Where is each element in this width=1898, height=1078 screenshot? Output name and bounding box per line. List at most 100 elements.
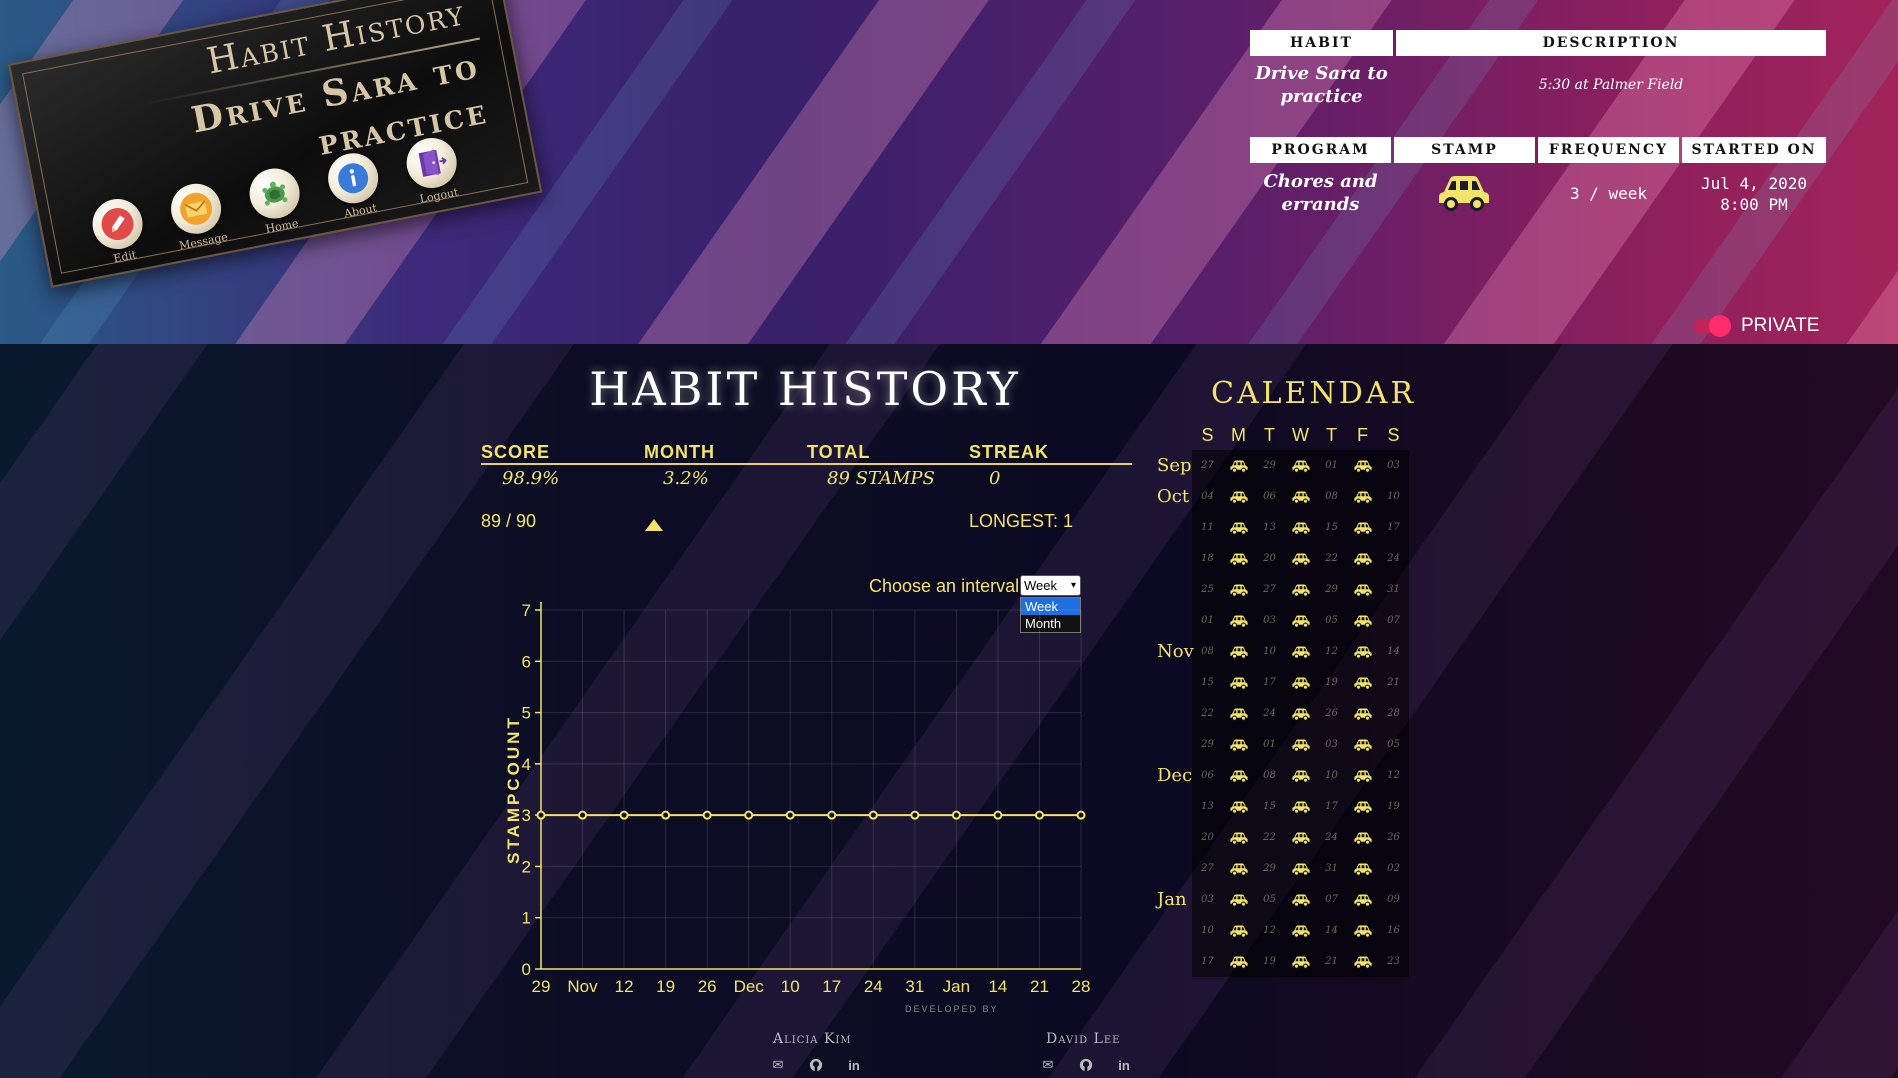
envelope-icon[interactable]: ✉ <box>1040 1057 1056 1072</box>
calendar-day[interactable]: 29 <box>1192 729 1223 760</box>
calendar-day[interactable]: 23 <box>1378 946 1409 977</box>
data-point[interactable] <box>661 810 671 820</box>
linkedin-icon[interactable]: in <box>1116 1058 1132 1073</box>
car-icon[interactable] <box>1285 450 1316 481</box>
calendar-day[interactable]: 19 <box>1254 946 1285 977</box>
car-icon[interactable] <box>1347 946 1378 977</box>
data-point[interactable] <box>827 810 837 820</box>
car-icon[interactable] <box>1223 605 1254 636</box>
calendar-day[interactable]: 24 <box>1378 543 1409 574</box>
car-icon[interactable] <box>1285 946 1316 977</box>
calendar-day[interactable]: 02 <box>1378 853 1409 884</box>
calendar-day[interactable]: 03 <box>1378 450 1409 481</box>
calendar-day[interactable]: 29 <box>1254 853 1285 884</box>
car-icon[interactable] <box>1285 698 1316 729</box>
car-icon[interactable] <box>1223 512 1254 543</box>
car-icon[interactable] <box>1285 884 1316 915</box>
car-icon[interactable] <box>1347 636 1378 667</box>
calendar-day[interactable]: 15 <box>1254 791 1285 822</box>
calendar-day[interactable]: 12 <box>1378 760 1409 791</box>
calendar-day[interactable]: 24 <box>1316 822 1347 853</box>
car-icon[interactable] <box>1347 667 1378 698</box>
car-icon[interactable] <box>1223 543 1254 574</box>
github-icon[interactable] <box>808 1058 824 1072</box>
calendar-day[interactable]: 03 <box>1192 884 1223 915</box>
calendar-day[interactable]: 26 <box>1316 698 1347 729</box>
calendar-day[interactable]: 01 <box>1192 605 1223 636</box>
car-icon[interactable] <box>1223 481 1254 512</box>
car-icon[interactable] <box>1347 729 1378 760</box>
data-point[interactable] <box>744 810 754 820</box>
calendar-day[interactable]: 17 <box>1316 791 1347 822</box>
car-icon[interactable] <box>1223 729 1254 760</box>
car-icon[interactable] <box>1347 450 1378 481</box>
data-point[interactable] <box>1076 810 1086 820</box>
car-icon[interactable] <box>1285 853 1316 884</box>
data-point[interactable] <box>910 810 920 820</box>
calendar-day[interactable]: 19 <box>1316 667 1347 698</box>
car-icon[interactable] <box>1347 481 1378 512</box>
car-icon[interactable] <box>1285 636 1316 667</box>
calendar-day[interactable]: 08 <box>1316 481 1347 512</box>
calendar-day[interactable]: 14 <box>1316 915 1347 946</box>
calendar-day[interactable]: 26 <box>1378 822 1409 853</box>
calendar-day[interactable]: 03 <box>1254 605 1285 636</box>
calendar-day[interactable]: 17 <box>1378 512 1409 543</box>
calendar-day[interactable]: 06 <box>1192 760 1223 791</box>
car-icon[interactable] <box>1285 574 1316 605</box>
car-icon[interactable] <box>1223 698 1254 729</box>
calendar-day[interactable]: 08 <box>1254 760 1285 791</box>
calendar-day[interactable]: 31 <box>1378 574 1409 605</box>
car-icon[interactable] <box>1347 605 1378 636</box>
envelope-icon[interactable]: ✉ <box>770 1057 786 1072</box>
github-icon[interactable] <box>1078 1058 1094 1072</box>
car-icon[interactable] <box>1223 450 1254 481</box>
privacy-toggle[interactable]: PRIVATE <box>1693 315 1819 337</box>
car-icon[interactable] <box>1223 822 1254 853</box>
calendar-day[interactable]: 20 <box>1192 822 1223 853</box>
data-point[interactable] <box>951 810 961 820</box>
data-point[interactable] <box>993 810 1003 820</box>
calendar-day[interactable]: 05 <box>1316 605 1347 636</box>
calendar-day[interactable]: 18 <box>1192 543 1223 574</box>
car-icon[interactable] <box>1223 946 1254 977</box>
calendar-day[interactable]: 10 <box>1254 636 1285 667</box>
car-icon[interactable] <box>1285 791 1316 822</box>
data-point[interactable] <box>619 810 629 820</box>
car-icon[interactable] <box>1223 667 1254 698</box>
car-icon[interactable] <box>1285 915 1316 946</box>
calendar-day[interactable]: 10 <box>1192 915 1223 946</box>
car-icon[interactable] <box>1347 822 1378 853</box>
car-icon[interactable] <box>1347 698 1378 729</box>
car-icon[interactable] <box>1347 884 1378 915</box>
calendar-day[interactable]: 16 <box>1378 915 1409 946</box>
data-point[interactable] <box>578 810 588 820</box>
data-point[interactable] <box>1034 810 1044 820</box>
calendar-day[interactable]: 19 <box>1378 791 1409 822</box>
calendar-day[interactable]: 10 <box>1378 481 1409 512</box>
nav-home-button[interactable]: Home <box>245 164 308 238</box>
car-icon[interactable] <box>1347 543 1378 574</box>
calendar-day[interactable]: 28 <box>1378 698 1409 729</box>
car-icon[interactable] <box>1285 760 1316 791</box>
calendar-day[interactable]: 08 <box>1192 636 1223 667</box>
calendar-day[interactable]: 29 <box>1316 574 1347 605</box>
car-icon[interactable] <box>1347 574 1378 605</box>
nav-about-button[interactable]: About <box>323 148 387 223</box>
calendar-day[interactable]: 21 <box>1316 946 1347 977</box>
data-point[interactable] <box>868 810 878 820</box>
car-icon[interactable] <box>1223 636 1254 667</box>
calendar-day[interactable]: 01 <box>1316 450 1347 481</box>
data-point[interactable] <box>702 810 712 820</box>
calendar-day[interactable]: 13 <box>1192 791 1223 822</box>
data-point[interactable] <box>536 810 546 820</box>
calendar-day[interactable]: 10 <box>1316 760 1347 791</box>
car-icon[interactable] <box>1347 760 1378 791</box>
calendar-day[interactable]: 06 <box>1254 481 1285 512</box>
car-icon[interactable] <box>1223 791 1254 822</box>
calendar-day[interactable]: 04 <box>1192 481 1223 512</box>
car-icon[interactable] <box>1285 481 1316 512</box>
calendar-day[interactable]: 05 <box>1378 729 1409 760</box>
calendar-day[interactable]: 27 <box>1254 574 1285 605</box>
calendar-day[interactable]: 17 <box>1254 667 1285 698</box>
